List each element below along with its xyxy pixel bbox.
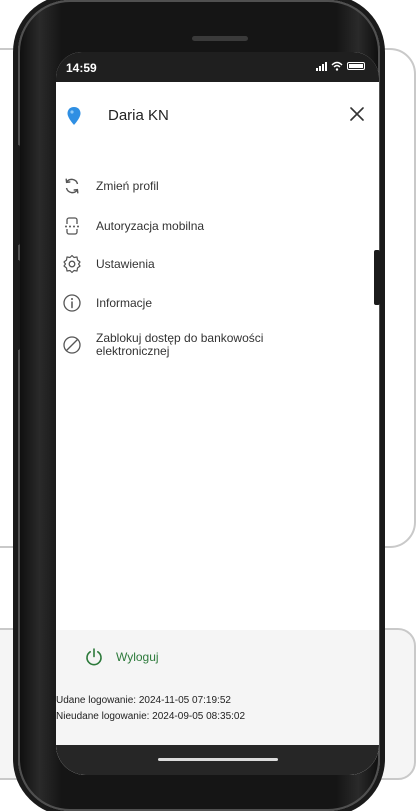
mobile-authorization-icon [63, 217, 81, 235]
menu-item-information[interactable]: Informacje [56, 293, 379, 323]
menu-item-label: Zablokuj dostęp do bankowości elektronic… [96, 331, 264, 358]
menu-item-label: Autoryzacja mobilna [96, 219, 205, 233]
menu-item-label: Informacje [96, 296, 153, 310]
status-time: 14:59 [66, 61, 97, 75]
power-side-button [374, 250, 380, 305]
side-menu: Zmień profil Autoryzacja mobilna Ustawie… [56, 150, 379, 630]
logout-button[interactable]: Wyloguj [84, 647, 159, 667]
login-history: Udane logowanie: 2024-11-05 07:19:52 Nie… [56, 693, 245, 725]
wifi-icon [331, 61, 343, 71]
menu-item-label: Zmień profil [96, 179, 159, 193]
menu-item-change-profile[interactable]: Zmień profil [56, 176, 379, 206]
profile-name: Daria KN [108, 107, 169, 124]
earpiece [192, 36, 248, 41]
status-icons [316, 61, 365, 71]
phone-frame: 14:59 Daria KN Zmień profil Autoryzacja … [18, 0, 380, 811]
home-bar [56, 745, 379, 775]
signal-bars-icon [316, 61, 327, 71]
logout-label: Wyloguj [116, 650, 159, 664]
status-bar: 14:59 [56, 52, 379, 82]
menu-item-mobile-authorization[interactable]: Autoryzacja mobilna [56, 216, 379, 246]
switch-profile-icon [65, 178, 79, 194]
failed-login-text: Nieudane logowanie: 2024-09-05 08:35:02 [56, 711, 246, 722]
phone-screen: 14:59 Daria KN Zmień profil Autoryzacja … [56, 52, 379, 775]
info-icon [63, 294, 81, 312]
home-indicator[interactable] [158, 758, 278, 761]
power-icon [86, 648, 102, 666]
location-pin-icon [67, 107, 81, 125]
successful-login-text: Udane logowanie: 2024-11-05 07:19:52 [56, 695, 231, 706]
stage: 14:59 Daria KN Zmień profil Autoryzacja … [0, 0, 416, 811]
volume-button [14, 145, 20, 245]
menu-item-block-access[interactable]: Zablokuj dostęp do bankowości elektronic… [56, 330, 379, 366]
menu-item-settings[interactable]: Ustawienia [56, 254, 379, 284]
profile-header: Daria KN [56, 82, 379, 151]
close-icon [350, 107, 364, 121]
close-button[interactable] [345, 102, 369, 126]
settings-icon [63, 254, 81, 274]
menu-item-label: Ustawienia [96, 257, 155, 271]
volume-button [14, 260, 20, 350]
block-icon [63, 336, 81, 354]
battery-icon [347, 62, 365, 70]
